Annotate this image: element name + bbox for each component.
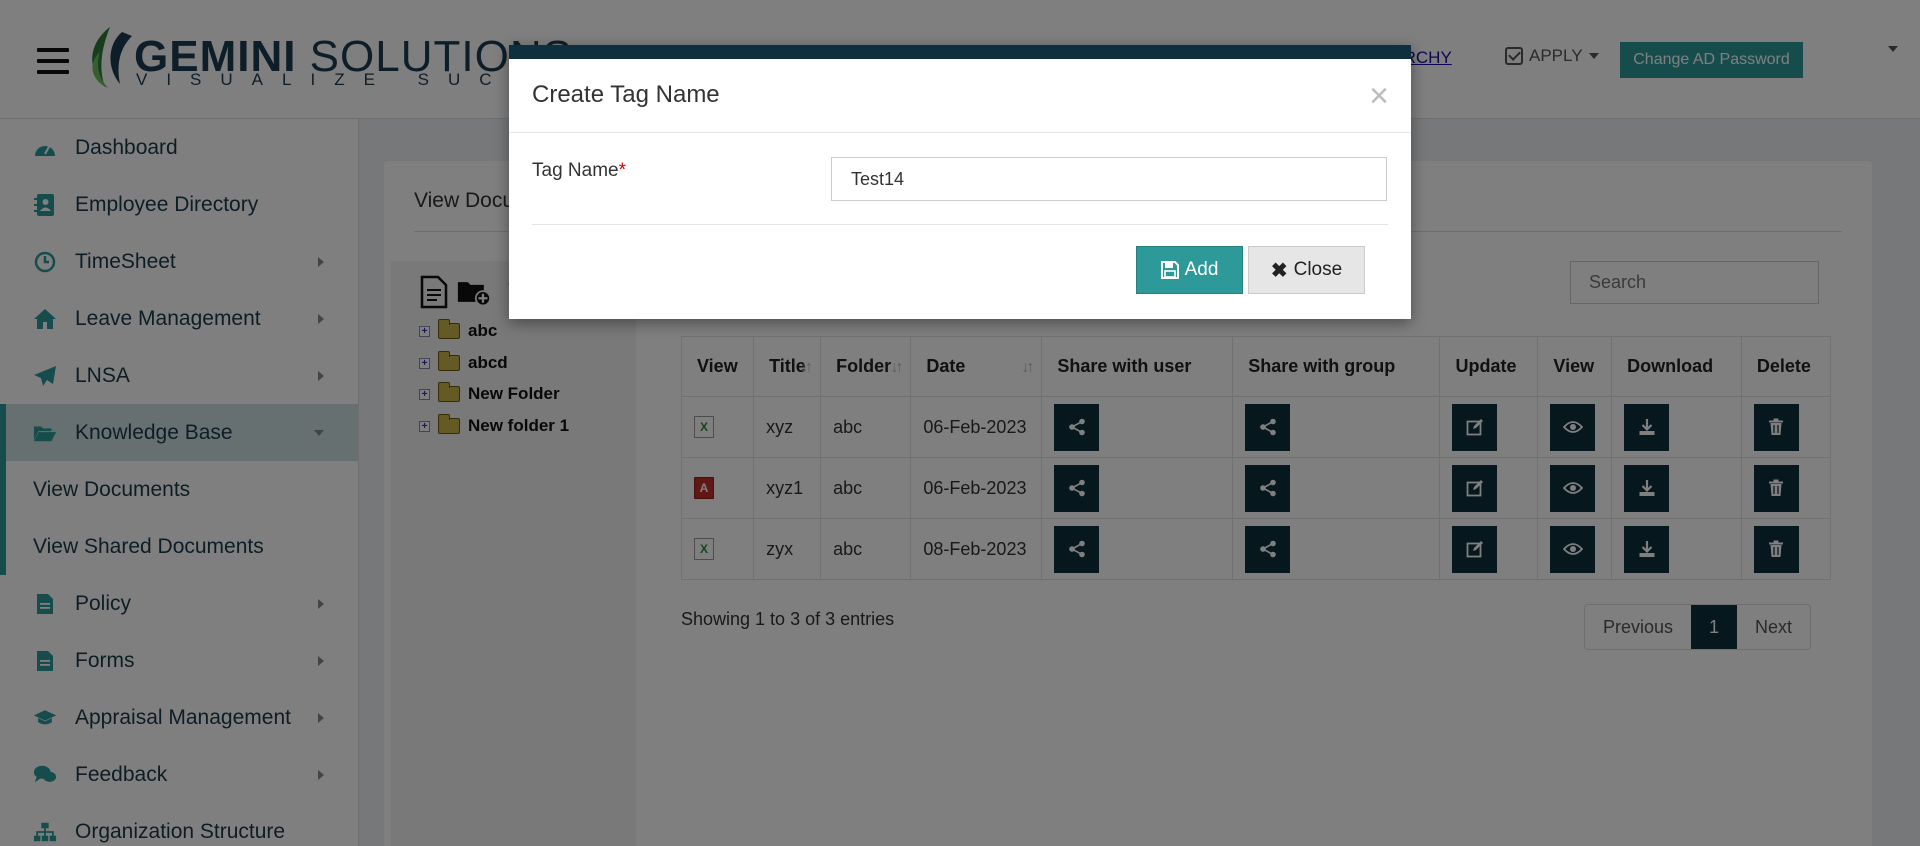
close-icon[interactable]: × xyxy=(1369,79,1389,113)
divider xyxy=(532,224,1388,225)
add-button-label: Add xyxy=(1184,259,1219,280)
divider xyxy=(509,132,1411,133)
required-marker: * xyxy=(618,160,627,181)
modal-title: Create Tag Name xyxy=(532,81,720,108)
save-icon xyxy=(1160,261,1179,279)
close-button[interactable]: ✖ Close xyxy=(1248,246,1365,294)
create-tag-modal: Create Tag Name × Tag Name* Add ✖ Close xyxy=(509,45,1411,319)
add-button[interactable]: Add xyxy=(1136,246,1243,294)
x-icon: ✖ xyxy=(1270,259,1288,282)
close-button-label: Close xyxy=(1293,259,1343,280)
tag-name-input[interactable] xyxy=(831,157,1387,201)
tag-name-label: Tag Name* xyxy=(532,160,627,181)
